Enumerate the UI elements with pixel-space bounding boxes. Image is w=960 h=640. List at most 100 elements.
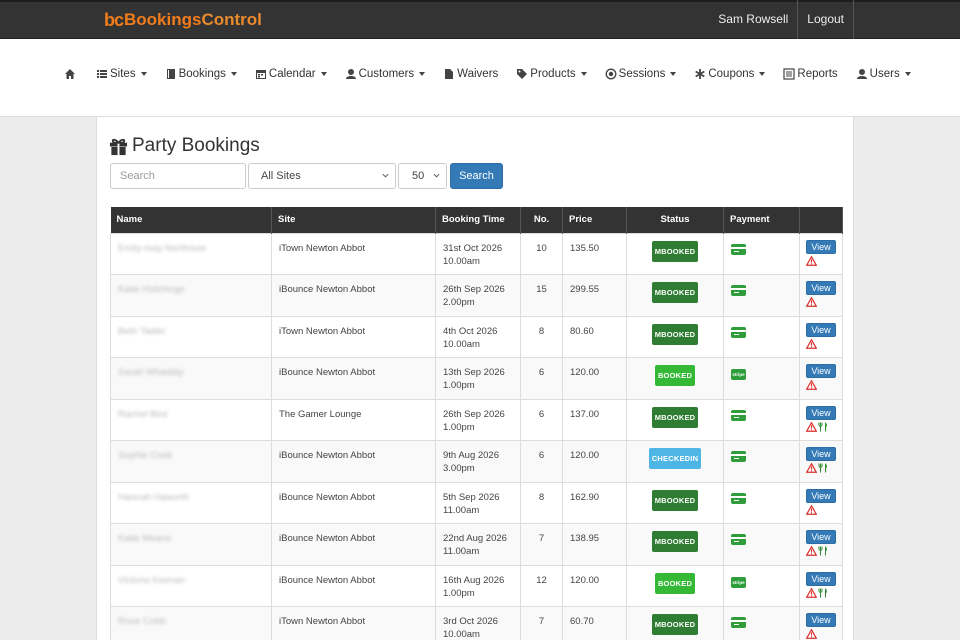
cell-site: iBounce Newton Abbot	[271, 357, 436, 400]
cell-price: 60.70	[562, 606, 627, 640]
table-row[interactable]: Katie Hutchings iBounce Newton Abbot 26th …	[110, 274, 843, 317]
view-button[interactable]: View	[806, 281, 836, 295]
nav-item-home[interactable]	[64, 68, 78, 80]
nav-label: Users	[869, 68, 900, 80]
warning-icon	[806, 546, 817, 556]
customer-name: Victoria Keenan	[118, 574, 185, 586]
col-price[interactable]: Price	[562, 207, 627, 233]
credit-card-icon	[731, 492, 746, 504]
cell-number: 10	[520, 232, 563, 275]
nav-item-reports[interactable]: Reports	[783, 68, 838, 80]
cell-payment	[723, 232, 800, 275]
cell-payment	[723, 274, 800, 317]
cell-booking-time: 9th Aug 2026 3.00pm	[435, 440, 521, 483]
cell-number: 8	[520, 315, 563, 358]
col-payment[interactable]: Payment	[723, 207, 800, 233]
cell-payment	[723, 481, 800, 524]
table-row[interactable]: Sophie Cook iBounce Newton Abbot 9th Aug 2…	[110, 440, 843, 483]
table-row[interactable]: Rachel Bird The Gamer Lounge 26th Sep 2026…	[110, 398, 843, 441]
nav-item-bookings[interactable]: Bookings	[165, 68, 237, 80]
view-button[interactable]: View	[806, 405, 836, 420]
nav-item-coupons[interactable]: Coupons	[694, 68, 766, 80]
cell-status: MBOOKED	[626, 398, 724, 441]
col-name[interactable]: Name	[110, 207, 272, 233]
nav-item-waivers[interactable]: Waivers	[443, 68, 498, 80]
cell-actions: View	[799, 357, 843, 400]
cell-actions: View	[799, 440, 843, 483]
cell-payment: stripe	[723, 357, 800, 400]
site-select-value: All Sites	[261, 170, 301, 182]
cell-name: Beth Tadler	[110, 315, 272, 358]
search-button[interactable]: Search	[450, 163, 503, 189]
view-button[interactable]: View	[806, 571, 836, 586]
nav-label: Sessions	[618, 68, 666, 80]
search-input[interactable]	[110, 163, 246, 189]
col-status[interactable]: Status	[626, 207, 724, 233]
user-menu[interactable]: Sam Rowsell	[709, 0, 797, 39]
table-row[interactable]: Hannah Haworth iBounce Newton Abbot 5th Se…	[110, 481, 843, 524]
view-button[interactable]: View	[806, 322, 836, 337]
page-size-select[interactable]: 50	[398, 163, 447, 189]
site-select[interactable]: All Sites	[248, 163, 396, 189]
table-row[interactable]: Emily-may Northover iTown Newton Abbot 31s…	[110, 232, 843, 275]
cell-actions: View	[799, 315, 843, 358]
cell-number: 8	[520, 481, 563, 524]
logout-link[interactable]: Logout	[797, 0, 854, 39]
view-button[interactable]: View	[806, 488, 836, 503]
booking-time: 10.00am	[443, 338, 480, 350]
cell-actions: View	[799, 606, 843, 640]
view-button[interactable]: View	[806, 613, 836, 627]
cell-site: iBounce Newton Abbot	[271, 274, 436, 317]
col-number[interactable]: No.	[520, 207, 563, 233]
col-site[interactable]: Site	[271, 207, 436, 233]
cell-status: MBOOKED	[626, 274, 724, 317]
cell-booking-time: 16th Aug 2026 1.00pm	[435, 564, 521, 607]
cell-name: Rose Cobb	[110, 606, 272, 640]
table-row[interactable]: Beth Tadler iTown Newton Abbot 4th Oct 202…	[110, 315, 843, 358]
view-button[interactable]: View	[806, 239, 836, 254]
booking-time: 1.00pm	[443, 587, 475, 599]
cutlery-icon	[818, 546, 827, 556]
cell-status: BOOKED	[626, 357, 724, 400]
booking-time: 2.00pm	[443, 297, 475, 308]
col-booking-time[interactable]: Booking Time	[435, 207, 521, 233]
nav-label: Customers	[358, 68, 415, 80]
credit-card-icon	[731, 409, 746, 421]
table-row[interactable]: Victoria Keenan iBounce Newton Abbot 16th …	[110, 564, 843, 607]
booking-time: 1.00pm	[443, 421, 475, 433]
credit-card-icon	[731, 285, 746, 296]
nav-item-calendar[interactable]: Calendar	[255, 68, 327, 80]
table-row[interactable]: Rose Cobb iTown Newton Abbot 3rd Oct 2026 1…	[110, 606, 843, 640]
view-button[interactable]: View	[806, 530, 836, 544]
cell-status: MBOOKED	[626, 606, 724, 640]
nav-item-products[interactable]: Products	[516, 68, 587, 80]
caret-down-icon	[140, 72, 147, 76]
gift-icon	[109, 138, 128, 155]
cell-name: Victoria Keenan	[110, 564, 272, 607]
status-badge: MBOOKED	[651, 614, 699, 635]
nav-item-customers[interactable]: Customers	[345, 68, 426, 80]
warning-icon	[806, 629, 817, 639]
cell-price: 162.90	[562, 481, 627, 524]
view-button[interactable]: View	[806, 364, 836, 378]
cell-site: iBounce Newton Abbot	[271, 440, 436, 483]
booking-time: 11.00am	[443, 546, 480, 557]
list-icon	[97, 70, 107, 78]
cutlery-icon	[818, 422, 827, 431]
view-button[interactable]: View	[806, 447, 836, 461]
nav-item-sites[interactable]: Sites	[96, 68, 147, 80]
cell-price: 135.50	[562, 232, 627, 275]
nav-item-sessions[interactable]: Sessions	[605, 68, 677, 80]
cell-booking-time: 4th Oct 2026 10.00am	[435, 315, 521, 358]
page-title: Party Bookings	[109, 133, 260, 159]
brand-name: BookingsControl	[124, 10, 262, 29]
customer-name: Katie Means	[118, 533, 171, 544]
file-icon	[445, 69, 454, 79]
page-title-text: Party Bookings	[132, 135, 260, 156]
table-row[interactable]: Sarah Whaddip iBounce Newton Abbot 13th Se…	[110, 357, 843, 400]
brand-logo[interactable]: bc BookingsControl	[104, 9, 262, 31]
cell-site: iBounce Newton Abbot	[271, 523, 436, 566]
user-icon	[345, 69, 356, 79]
table-row[interactable]: Katie Means iBounce Newton Abbot 22nd Aug …	[110, 523, 843, 566]
nav-item-users[interactable]: Users	[856, 68, 911, 80]
